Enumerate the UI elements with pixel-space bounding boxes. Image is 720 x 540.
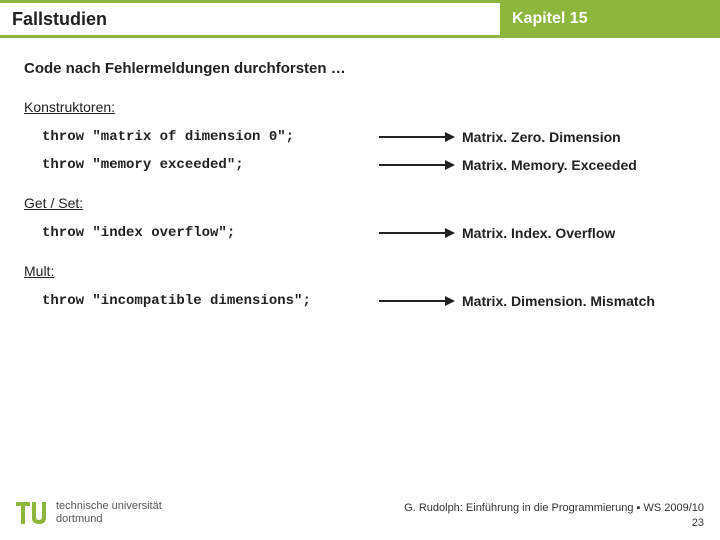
code-text: throw "matrix of dimension 0";	[42, 129, 372, 145]
code-row: throw "memory exceeded"; Matrix. Memory.…	[42, 157, 696, 173]
arrow-icon	[372, 226, 462, 240]
tu-logo-icon	[14, 496, 48, 530]
uni-line1: technische universität	[56, 500, 162, 513]
section-mult: Mult: throw "incompatible dimensions"; M…	[24, 263, 696, 309]
section-label: Konstruktoren:	[24, 99, 696, 115]
code-text: throw "index overflow";	[42, 225, 372, 241]
header-right: Kapitel 15	[500, 0, 720, 38]
code-text: throw "memory exceeded";	[42, 157, 372, 173]
section-label: Mult:	[24, 263, 696, 279]
header-left: Fallstudien	[0, 0, 500, 38]
credit-block: G. Rudolph: Einführung in die Programmie…	[404, 501, 704, 530]
slide-header: Fallstudien Kapitel 15	[0, 0, 720, 38]
credit-text: G. Rudolph: Einführung in die Programmie…	[404, 501, 704, 515]
arrow-icon	[372, 130, 462, 144]
uni-line2: dortmund	[56, 513, 162, 526]
section-label: Get / Set:	[24, 195, 696, 211]
result-text: Matrix. Memory. Exceeded	[462, 157, 637, 173]
code-text: throw "incompatible dimensions";	[42, 293, 372, 309]
result-text: Matrix. Zero. Dimension	[462, 129, 621, 145]
code-row: throw "matrix of dimension 0"; Matrix. Z…	[42, 129, 696, 145]
subtitle: Code nach Fehlermeldungen durchforsten …	[24, 60, 696, 77]
page-number: 23	[404, 516, 704, 530]
result-text: Matrix. Index. Overflow	[462, 225, 615, 241]
arrow-icon	[372, 158, 462, 172]
university-logo: technische universität dortmund	[14, 496, 162, 530]
university-name: technische universität dortmund	[56, 500, 162, 525]
code-row: throw "incompatible dimensions"; Matrix.…	[42, 293, 696, 309]
slide-footer: technische universität dortmund G. Rudol…	[0, 496, 720, 530]
code-row: throw "index overflow"; Matrix. Index. O…	[42, 225, 696, 241]
slide-content: Code nach Fehlermeldungen durchforsten ……	[0, 38, 720, 309]
result-text: Matrix. Dimension. Mismatch	[462, 293, 655, 309]
arrow-icon	[372, 294, 462, 308]
section-getset: Get / Set: throw "index overflow"; Matri…	[24, 195, 696, 241]
section-konstruktoren: Konstruktoren: throw "matrix of dimensio…	[24, 99, 696, 173]
